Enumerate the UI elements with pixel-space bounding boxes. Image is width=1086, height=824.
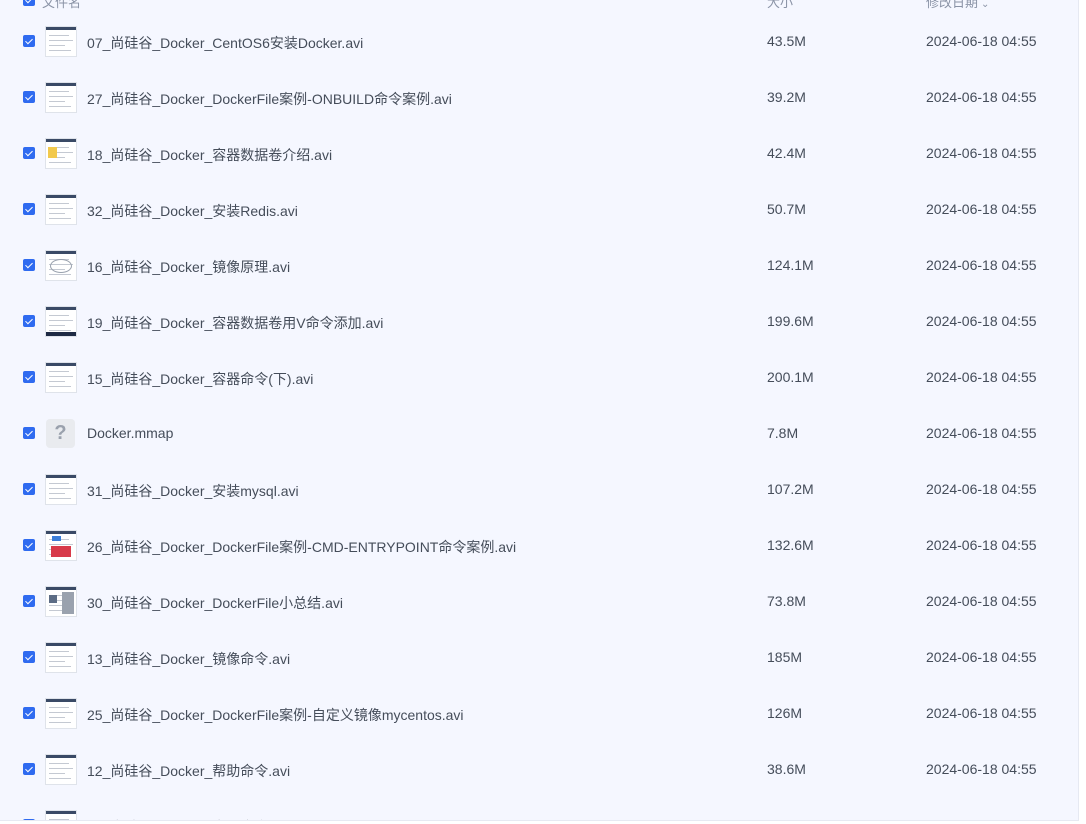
video-thumbnail [45, 530, 77, 561]
row-checkbox[interactable] [23, 483, 35, 495]
file-name[interactable]: Docker.mmap [87, 425, 173, 441]
file-modified-date: 2024-06-18 04:55 [926, 33, 1037, 49]
video-thumbnail [45, 82, 77, 113]
video-thumbnail [45, 586, 77, 617]
file-size: 126M [767, 705, 803, 721]
file-modified-date: 2024-06-18 04:55 [926, 313, 1037, 329]
file-size: 107.2M [767, 481, 814, 497]
file-name[interactable]: 31_尚硅谷_Docker_安装mysql.avi [87, 481, 299, 501]
column-header-date-label: 修改日期 [926, 0, 979, 10]
column-header-name[interactable]: 文件名 [42, 0, 81, 11]
row-checkbox[interactable] [23, 427, 35, 439]
file-name[interactable]: 32_尚硅谷_Docker_安装Redis.avi [87, 201, 298, 221]
file-name[interactable]: 07_尚硅谷_Docker_CentOS6安装Docker.avi [87, 33, 363, 53]
file-name[interactable]: 27_尚硅谷_Docker_DockerFile案例-ONBUILD命令案例.a… [87, 89, 452, 109]
file-row[interactable]: 15_尚硅谷_Docker_容器命令(下).avi 200.1M 2024-06-1… [0, 349, 1078, 405]
file-modified-date: 2024-06-18 04:55 [926, 761, 1037, 777]
file-size: 7.8M [767, 425, 799, 441]
file-modified-date: 2024-06-18 04:55 [926, 257, 1037, 273]
file-size: 43.5M [767, 33, 806, 49]
file-row[interactable]: 16_尚硅谷_Docker_镜像原理.avi 124.1M 2024-06-18 0… [0, 237, 1078, 293]
video-thumbnail [45, 810, 77, 820]
file-modified-date: 2024-06-18 04:55 [926, 201, 1037, 217]
file-row[interactable]: 13_尚硅谷_Docker_镜像命令.avi 185M 2024-06-18 04:… [0, 629, 1078, 685]
file-size: 185M [767, 649, 803, 665]
file-size: 39.2M [767, 89, 806, 105]
file-modified-date: 2024-06-18 04:55 [926, 425, 1037, 441]
file-name[interactable]: 13_尚硅谷_Docker_镜像命令.avi [87, 649, 290, 669]
file-name[interactable]: 12_尚硅谷_Docker_帮助命令.avi [87, 761, 290, 781]
video-thumbnail [45, 642, 77, 673]
file-name[interactable]: 26_尚硅谷_Docker_DockerFile案例-CMD-ENTRYPOIN… [87, 537, 516, 557]
video-thumbnail [45, 194, 77, 225]
video-thumbnail [45, 362, 77, 393]
file-row[interactable]: 19_尚硅谷_Docker_容器数据卷用V命令添加.avi 199.6M 2024-… [0, 293, 1078, 349]
video-thumbnail [45, 138, 77, 169]
video-thumbnail [45, 26, 77, 57]
file-row[interactable]: 18_尚硅谷_Docker_容器数据卷介绍.avi 42.4M 2024-06-18… [0, 125, 1078, 181]
row-checkbox[interactable] [23, 819, 35, 820]
file-row[interactable]: 14_尚硅谷_Docker_容器命令(上).avi 192.1M 2024-06-1… [0, 797, 1078, 820]
file-row[interactable]: 31_尚硅谷_Docker_安装mysql.avi 107.2M 2024-06-1… [0, 461, 1078, 517]
row-checkbox[interactable] [23, 651, 35, 663]
row-checkbox[interactable] [23, 315, 35, 327]
file-modified-date: 2024-06-18 04:55 [926, 369, 1037, 385]
sort-down-icon: ⌄ [981, 0, 990, 10]
file-row[interactable]: 27_尚硅谷_Docker_DockerFile案例-ONBUILD命令案例.a… [0, 69, 1078, 125]
file-size: 200.1M [767, 369, 814, 385]
unknown-file-icon: ? [46, 419, 75, 448]
row-checkbox[interactable] [23, 147, 35, 159]
file-size: 42.4M [767, 145, 806, 161]
file-size: 38.6M [767, 761, 806, 777]
file-size: 132.6M [767, 537, 814, 553]
row-checkbox[interactable] [23, 203, 35, 215]
file-size: 124.1M [767, 257, 814, 273]
file-row[interactable]: 32_尚硅谷_Docker_安装Redis.avi 50.7M 2024-06-18… [0, 181, 1078, 237]
file-name[interactable]: 18_尚硅谷_Docker_容器数据卷介绍.avi [87, 145, 332, 165]
row-checkbox[interactable] [23, 707, 35, 719]
file-modified-date: 2024-06-18 04:55 [926, 649, 1037, 665]
file-modified-date: 2024-06-18 04:55 [926, 537, 1037, 553]
file-name[interactable]: 30_尚硅谷_Docker_DockerFile小总结.avi [87, 593, 343, 613]
file-row[interactable]: ? Docker.mmap 7.8M 2024-06-18 04:55 [0, 405, 1078, 461]
file-row[interactable]: 12_尚硅谷_Docker_帮助命令.avi 38.6M 2024-06-18 04… [0, 741, 1078, 797]
video-thumbnail [45, 698, 77, 729]
file-row[interactable]: 30_尚硅谷_Docker_DockerFile小总结.avi 73.8M 2024… [0, 573, 1078, 629]
video-thumbnail [45, 754, 77, 785]
file-modified-date: 2024-06-18 04:55 [926, 817, 1037, 820]
file-size: 192.1M [767, 817, 814, 820]
row-checkbox[interactable] [23, 763, 35, 775]
file-name[interactable]: 15_尚硅谷_Docker_容器命令(下).avi [87, 369, 313, 389]
file-size: 199.6M [767, 313, 814, 329]
video-thumbnail [45, 250, 77, 281]
column-header-size[interactable]: 大小 [767, 0, 793, 11]
column-header-date[interactable]: 修改日期 ⌄ [926, 0, 989, 11]
video-thumbnail [45, 474, 77, 505]
row-checkbox[interactable] [23, 595, 35, 607]
row-checkbox[interactable] [23, 539, 35, 551]
file-modified-date: 2024-06-18 04:55 [926, 481, 1037, 497]
file-name[interactable]: 16_尚硅谷_Docker_镜像原理.avi [87, 257, 290, 277]
file-row[interactable]: 25_尚硅谷_Docker_DockerFile案例-自定义镜像mycentos… [0, 685, 1078, 741]
file-name[interactable]: 19_尚硅谷_Docker_容器数据卷用V命令添加.avi [87, 313, 383, 333]
file-modified-date: 2024-06-18 04:55 [926, 593, 1037, 609]
file-list: 07_尚硅谷_Docker_CentOS6安装Docker.avi 43.5M 20… [0, 13, 1078, 820]
row-checkbox[interactable] [23, 259, 35, 271]
file-size: 50.7M [767, 201, 806, 217]
file-row[interactable]: 07_尚硅谷_Docker_CentOS6安装Docker.avi 43.5M 20… [0, 13, 1078, 69]
select-all-checkbox[interactable] [23, 0, 35, 6]
file-modified-date: 2024-06-18 04:55 [926, 705, 1037, 721]
video-thumbnail [45, 306, 77, 337]
row-checkbox[interactable] [23, 371, 35, 383]
file-modified-date: 2024-06-18 04:55 [926, 145, 1037, 161]
file-size: 73.8M [767, 593, 806, 609]
row-checkbox[interactable] [23, 91, 35, 103]
row-checkbox[interactable] [23, 35, 35, 47]
file-modified-date: 2024-06-18 04:55 [926, 89, 1037, 105]
file-name[interactable]: 14_尚硅谷_Docker_容器命令(上).avi [87, 817, 313, 820]
file-list-header: 文件名 大小 修改日期 ⌄ [0, 0, 1078, 12]
file-name[interactable]: 25_尚硅谷_Docker_DockerFile案例-自定义镜像mycentos… [87, 705, 464, 725]
file-row[interactable]: 26_尚硅谷_Docker_DockerFile案例-CMD-ENTRYPOIN… [0, 517, 1078, 573]
file-list-panel: 文件名 大小 修改日期 ⌄ 07_尚硅谷_Docker_CentOS6安装Dock… [0, 0, 1079, 821]
